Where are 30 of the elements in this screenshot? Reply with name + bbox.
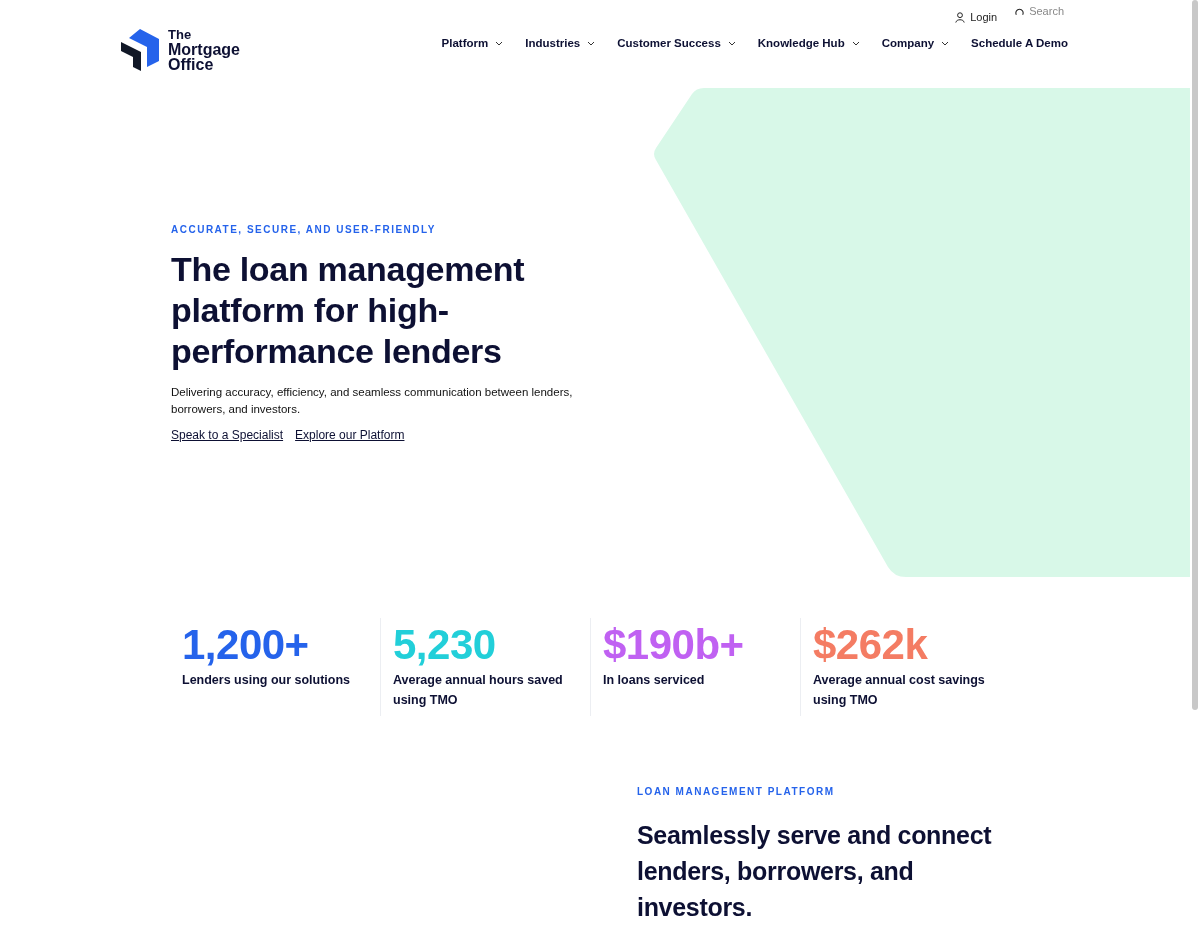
hero-heading: The loan management platform for high-performance lenders xyxy=(171,249,526,372)
nav-item[interactable]: Industries xyxy=(525,37,596,49)
scrollbar[interactable] xyxy=(1192,0,1198,710)
nav-item[interactable]: Schedule A Demo xyxy=(971,37,1068,49)
utility-link[interactable]: Login xyxy=(955,9,998,25)
stat-value: $262k xyxy=(813,622,929,668)
stat-value: 5,230 xyxy=(393,622,497,668)
user-icon xyxy=(955,11,966,23)
stat-label: Lenders using our solutions xyxy=(182,672,352,689)
nav-item[interactable]: Company xyxy=(881,37,950,49)
logo-text: The xyxy=(168,28,193,42)
utility-link[interactable]: Search xyxy=(1015,3,1064,19)
nav-item[interactable]: Customer Success xyxy=(617,37,736,49)
nav-item[interactable]: Platform xyxy=(441,37,504,49)
eyebrow-text: LOAN MANAGEMENT PLATFORM xyxy=(637,786,836,797)
logo-text: Office xyxy=(168,57,214,72)
logo-icon xyxy=(121,29,159,71)
stat-label: Average annual cost savings using TMO xyxy=(813,672,986,709)
search-icon xyxy=(1015,6,1025,16)
nav-item[interactable]: Knowledge Hub xyxy=(757,37,860,49)
eyebrow-text: ACCURATE, SECURE, AND USER-FRIENDLY xyxy=(171,224,437,235)
logo-text: Mortgage xyxy=(168,42,240,57)
hero-description: Delivering accuracy, efficiency, and seamless communication between lenders, borrowers, and investors. xyxy=(171,385,574,417)
text-link[interactable]: Explore our Platform xyxy=(295,428,405,442)
section-heading: Seamlessly serve and connect lenders, borrowers, and investors. xyxy=(637,820,993,923)
stat-value: $190b+ xyxy=(603,622,745,668)
stat-value: 1,200+ xyxy=(182,622,310,668)
stat-label: In loans serviced xyxy=(603,672,706,689)
stat-label: Average annual hours saved using TMO xyxy=(393,672,564,709)
text-link[interactable]: Speak to a Specialist xyxy=(171,428,284,442)
